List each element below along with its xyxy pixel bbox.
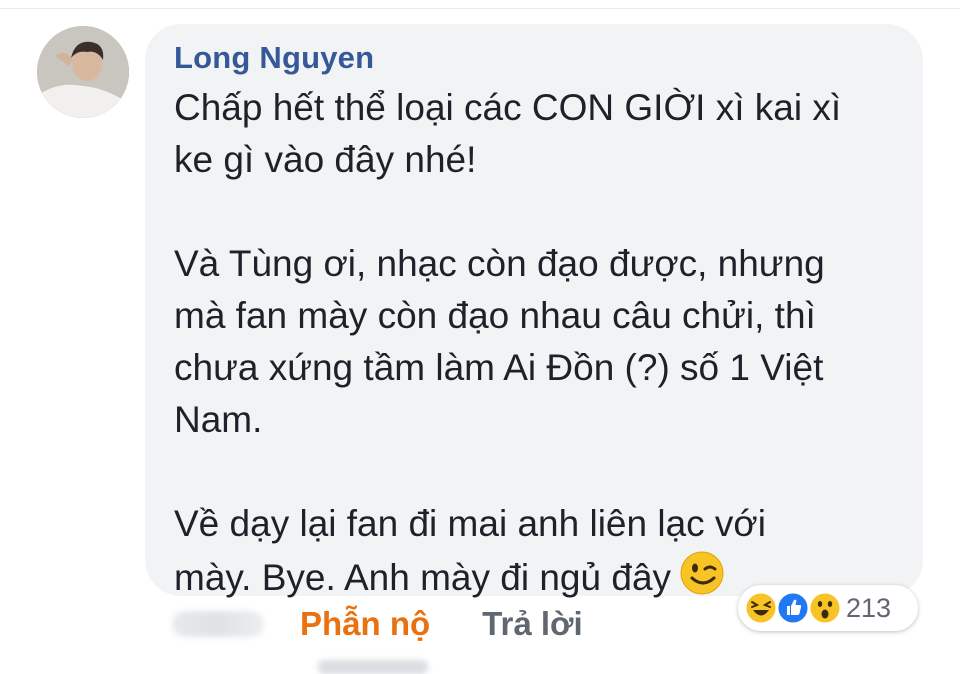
haha-icon (744, 591, 778, 625)
wow-icon (808, 591, 842, 625)
like-icon (776, 591, 810, 625)
top-divider (0, 8, 960, 9)
blurred-like-action[interactable] (172, 611, 264, 637)
wink-emoji-icon (679, 550, 725, 596)
reaction-summary[interactable]: 213 (738, 585, 918, 631)
comment-author[interactable]: Long Nguyen (174, 38, 374, 78)
comment-text: Chấp hết thể loại các CON GIỜI xì kai xì… (174, 87, 842, 598)
blurred-reply-preview (318, 660, 428, 674)
avatar[interactable] (37, 26, 129, 118)
reaction-angry-button[interactable]: Phẫn nộ (300, 605, 430, 643)
comment-body: Chấp hết thể loại các CON GIỜI xì kai xì… (174, 82, 904, 604)
comment-actions: Phẫn nộ Trả lời (172, 600, 635, 648)
reaction-count: 213 (846, 593, 892, 623)
reply-button[interactable]: Trả lời (482, 605, 583, 643)
